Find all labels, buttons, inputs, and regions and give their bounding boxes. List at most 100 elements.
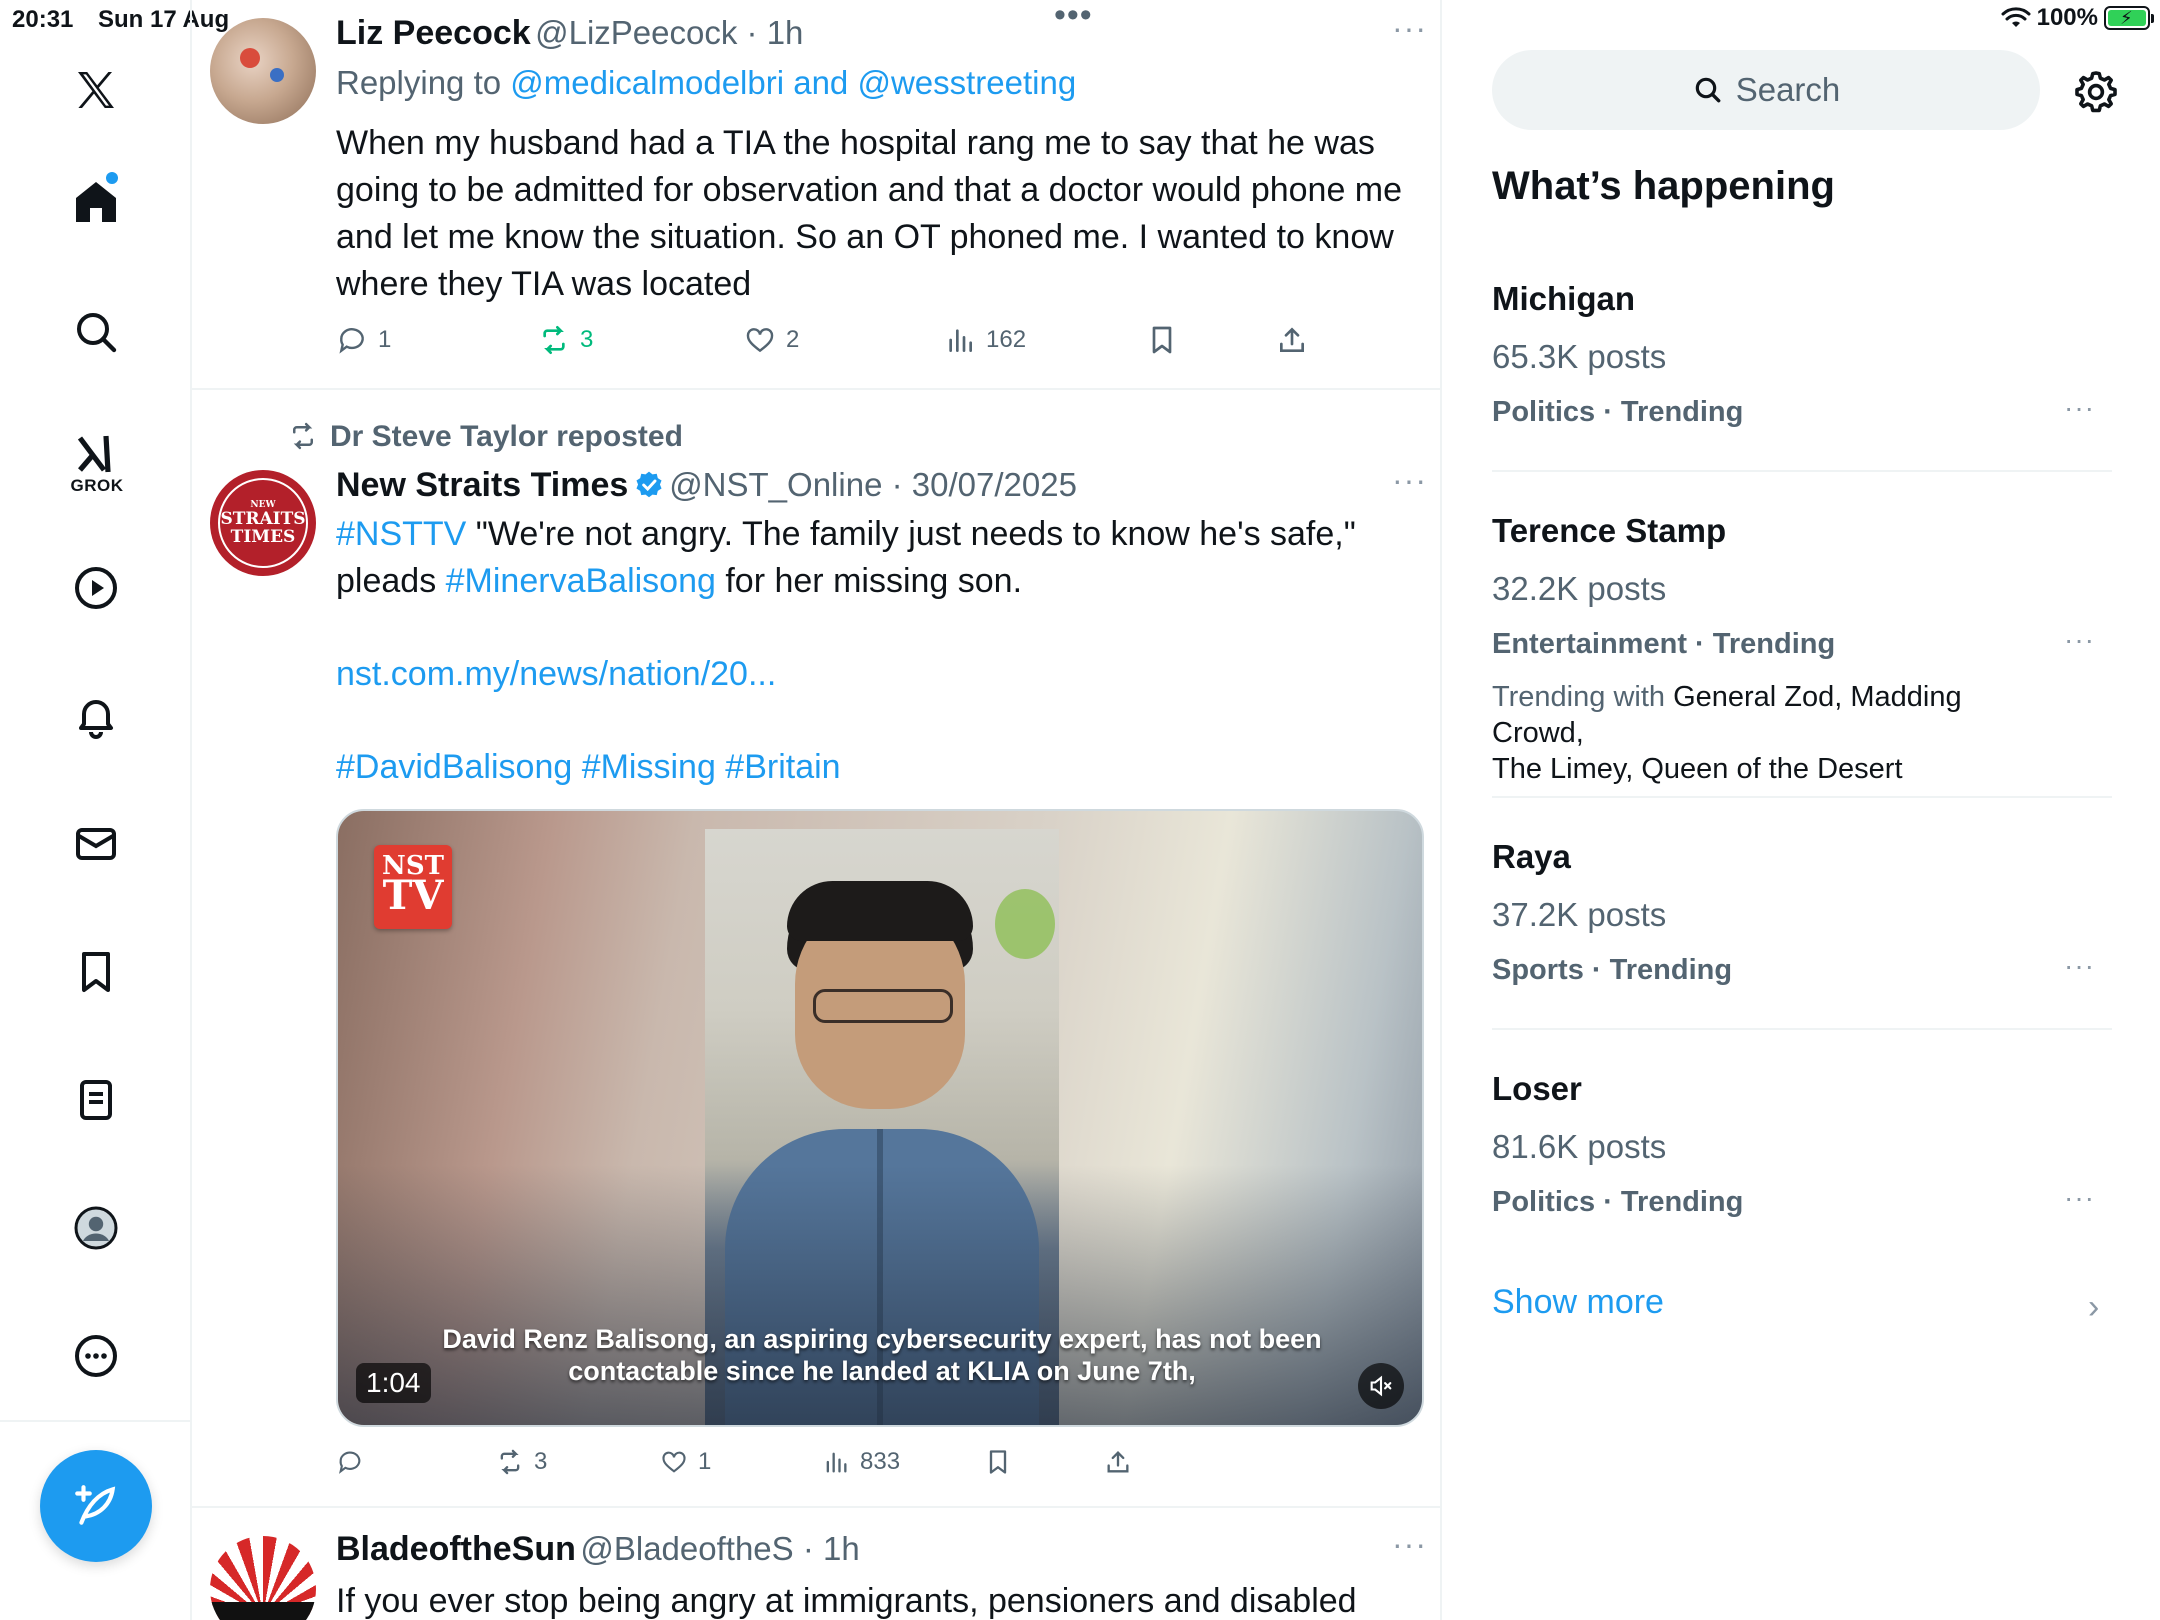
profile-avatar-icon[interactable]	[66, 1198, 126, 1258]
reply-button[interactable]	[336, 1448, 374, 1476]
verified-badge-icon	[636, 471, 662, 498]
share-button[interactable]	[1104, 1448, 1132, 1476]
reply-icon	[339, 328, 364, 354]
tweet-body-line: and let me know the situation. So an OT …	[336, 218, 1394, 256]
trend-posts: 65.3K posts	[1492, 338, 1667, 375]
trend-posts: 37.2K posts	[1492, 896, 1667, 933]
bookmark-icon	[1152, 326, 1172, 354]
lists-icon[interactable]	[66, 1070, 126, 1130]
tweet-body-line: #NSTTV "We're not angry. The family just…	[336, 515, 1356, 553]
trend-name: Raya	[1492, 838, 1571, 875]
repost-button[interactable]: 3	[496, 1448, 547, 1476]
heart-icon	[662, 1451, 686, 1473]
trend-category: Entertainment · Trending	[1492, 628, 1836, 660]
tweet-more-icon[interactable]: ···	[1392, 462, 1427, 499]
trend-more-icon[interactable]: ···	[2064, 1182, 2095, 1214]
wifi-icon	[2001, 7, 2031, 27]
repost-context: Dr Steve Taylor reposted	[286, 420, 683, 454]
like-button[interactable]: 2	[744, 324, 799, 356]
trend-divider	[1492, 1028, 2112, 1030]
repost-context-icon	[293, 422, 313, 450]
tweet-body-line: pleads #MinervaBalisong for her missing …	[336, 562, 1023, 600]
video-play-icon[interactable]	[66, 558, 126, 618]
avatar[interactable]	[210, 1536, 316, 1620]
mute-button[interactable]	[1358, 1363, 1404, 1409]
hashtag-minervabalisong[interactable]: #MinervaBalisong	[446, 562, 716, 600]
views-button[interactable]: 833	[822, 1448, 900, 1476]
bookmark-button[interactable]	[984, 1448, 1012, 1476]
share-icon	[1107, 1451, 1129, 1473]
bookmarks-icon[interactable]	[66, 942, 126, 1002]
tweet-hashtags[interactable]: #DavidBalisong #Missing #Britain	[336, 744, 841, 791]
video-duration: 1:04	[356, 1363, 431, 1403]
like-button[interactable]: 1	[660, 1448, 711, 1476]
tweet-more-icon[interactable]: ···	[1392, 1526, 1427, 1563]
compose-feather-icon	[75, 1485, 116, 1525]
bookmark-button[interactable]	[1146, 324, 1178, 356]
tweet-time[interactable]: 1h	[767, 14, 804, 51]
search-icon[interactable]	[66, 302, 126, 362]
replying-to-users[interactable]: @medicalmodelbri and @wesstreeting	[510, 64, 1076, 101]
avatar[interactable]	[210, 18, 316, 124]
trend-more-icon[interactable]: ···	[2064, 624, 2095, 656]
share-icon	[1280, 327, 1304, 352]
x-logo-icon[interactable]	[66, 60, 126, 120]
views-chart-icon	[949, 329, 972, 352]
author-name[interactable]: New Straits Times	[336, 466, 628, 504]
repost-icon	[543, 326, 565, 354]
avatar[interactable]: NEW STRAITS TIMES	[210, 470, 316, 576]
trend-more-icon[interactable]: ···	[2064, 392, 2095, 424]
trend-category: Politics · Trending	[1492, 1186, 1744, 1218]
tweet-divider	[192, 1506, 1440, 1508]
trend-category: Politics · Trending	[1492, 396, 1744, 428]
trend-name: Michigan	[1492, 280, 1636, 317]
video-caption-line: David Renz Balisong, an aspiring cyberse…	[442, 1324, 1322, 1354]
search-placeholder: Search	[1735, 71, 1841, 108]
show-more-link[interactable]: Show more	[1492, 1283, 1664, 1322]
search-input[interactable]: Search	[1492, 50, 2040, 130]
video-player[interactable]: NST TV David Renz Balisong, an aspiring …	[336, 809, 1424, 1427]
whats-happening-heading: What’s happening	[1492, 164, 1835, 208]
author-name[interactable]: Liz Peecock	[336, 14, 531, 52]
like-count: 2	[786, 326, 800, 353]
tweet-time[interactable]: 1h	[823, 1530, 860, 1567]
tweet-time[interactable]: 30/07/2025	[912, 466, 1077, 503]
messages-envelope-icon[interactable]	[66, 814, 126, 874]
heart-icon	[746, 328, 774, 353]
nav-divider	[0, 1420, 192, 1422]
author-name[interactable]: BladeoftheSun	[336, 1530, 576, 1568]
video-caption-line: contactable since he landed at KLIA on J…	[568, 1356, 1196, 1386]
grok-label: GROK	[70, 476, 124, 495]
grok-icon[interactable]	[66, 424, 126, 484]
settings-gear-icon[interactable]	[2072, 68, 2120, 116]
reposted-by-label[interactable]: Dr Steve Taylor reposted	[330, 420, 683, 453]
author-handle[interactable]: @LizPeecock	[535, 14, 737, 51]
trend-name: Terence Stamp	[1492, 512, 1727, 549]
compose-post-button[interactable]	[40, 1450, 152, 1562]
bookmark-icon	[989, 1450, 1007, 1474]
trending-with: Trending with General Zod, Madding Crowd…	[1492, 681, 1962, 785]
hashtag-nsttv[interactable]: #NSTTV	[336, 515, 466, 553]
views-count: 162	[986, 326, 1027, 353]
tweet-link[interactable]: nst.com.my/news/nation/20...	[336, 651, 776, 698]
timeline[interactable]: ••• Liz Peecock @LizPeecock · 1h ··· Rep…	[192, 0, 1442, 1620]
repost-count: 3	[580, 326, 594, 353]
trend-divider	[1492, 796, 2112, 798]
author-handle[interactable]: @BladeoftheS	[580, 1530, 793, 1567]
tweet-body-line: where they TIA was located	[336, 265, 752, 303]
notifications-bell-icon[interactable]	[66, 686, 126, 746]
trend-more-icon[interactable]: ···	[2064, 950, 2095, 982]
reply-icon	[339, 1451, 361, 1474]
more-options-icon[interactable]	[66, 1326, 126, 1386]
pull-menu-dots[interactable]: •••	[1054, 0, 1093, 35]
views-button[interactable]: 162	[944, 324, 1026, 356]
trend-posts: 32.2K posts	[1492, 570, 1667, 607]
author-handle[interactable]: @NST_Online	[669, 466, 882, 503]
tweet-more-icon[interactable]: ···	[1392, 10, 1427, 47]
search-icon	[1695, 77, 1721, 103]
repost-button[interactable]: 3	[538, 324, 593, 356]
chevron-right-icon: ›	[2088, 1288, 2100, 1326]
reply-button[interactable]: 1	[336, 324, 391, 356]
status-indicators: 100% ⚡	[2001, 4, 2154, 32]
share-button[interactable]	[1276, 324, 1308, 356]
